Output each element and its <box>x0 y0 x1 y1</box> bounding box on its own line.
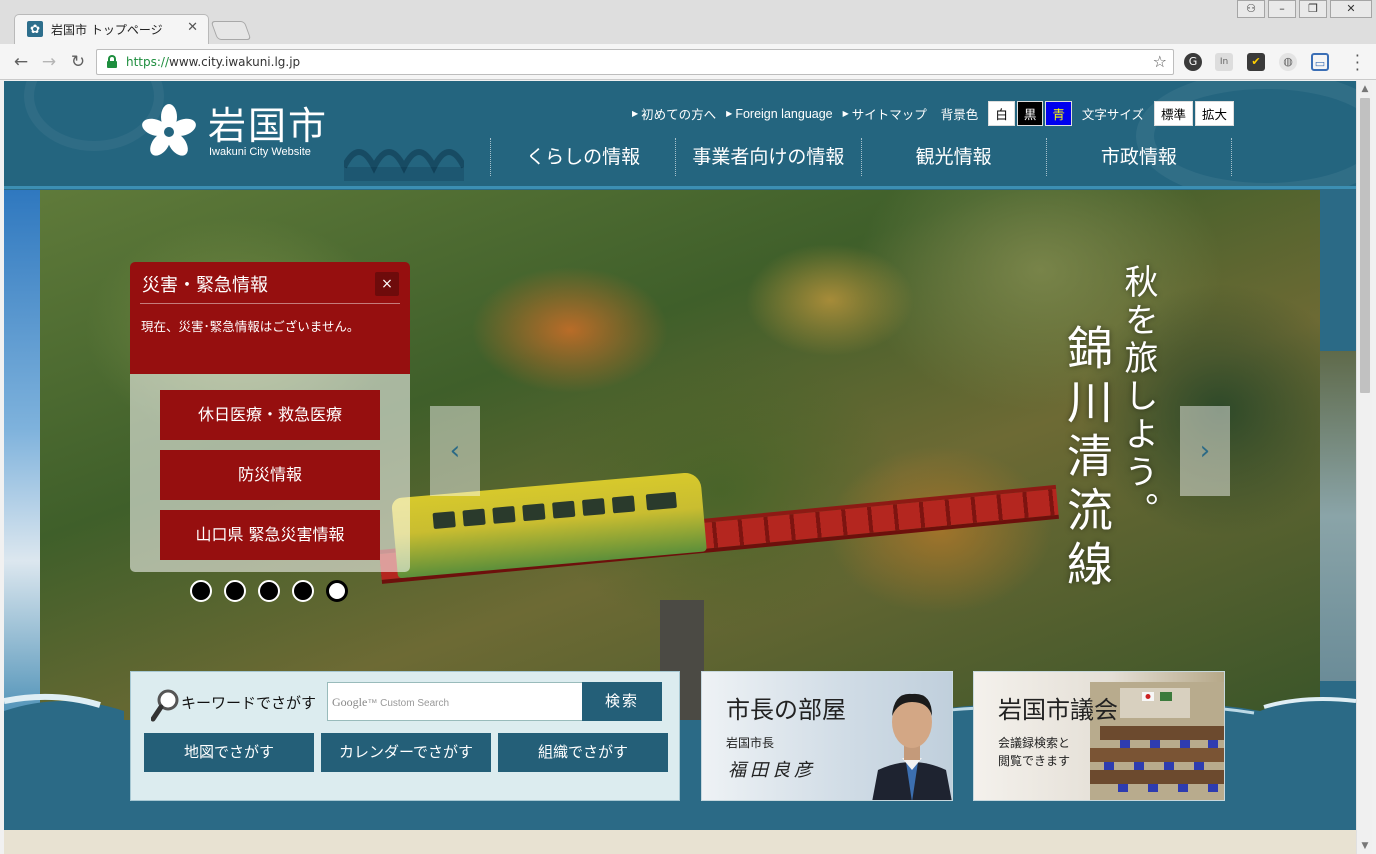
site-subtitle: Iwakuni City Website <box>209 146 311 158</box>
address-bar[interactable]: https://www.city.iwakuni.lg.jp ☆ <box>96 49 1174 75</box>
search-label: キーワードでさがす <box>181 694 317 712</box>
web-page: 岩国市 Iwakuni City Website ▶ 初めての方へ ▶ Foreig… <box>4 81 1356 854</box>
nav-tourism-info[interactable]: 観光情報 <box>862 138 1047 176</box>
magnifier-icon <box>151 689 179 722</box>
mayor-photo <box>872 693 952 800</box>
triangle-right-icon: ▶ <box>632 109 639 118</box>
font-size-large-button[interactable]: 拡大 <box>1195 101 1235 126</box>
next-slide-peek <box>1320 351 1356 681</box>
council-title: 岩国市議会 <box>998 696 1118 724</box>
nav-business-info[interactable]: 事業者向けの情報 <box>676 138 862 176</box>
emergency-message: 現在、災害･緊急情報はございません。 <box>141 319 360 334</box>
prev-slide-peek <box>4 190 40 720</box>
carousel-dot-2[interactable] <box>224 580 246 602</box>
grammarly-icon[interactable]: G <box>1184 53 1202 71</box>
bg-blue-button[interactable]: 青 <box>1045 101 1072 126</box>
browser-tab[interactable]: ✿ 岩国市 トップページ ✕ <box>14 14 209 44</box>
hero-headline: 錦川清流線 <box>1060 324 1114 594</box>
main-nav: くらしの情報 事業者向けの情報 観光情報 市政情報 <box>490 138 1232 176</box>
back-icon[interactable]: ← <box>10 51 32 73</box>
divider <box>140 303 400 304</box>
carousel-dot-4[interactable] <box>292 580 314 602</box>
scroll-thumb[interactable] <box>1360 98 1370 393</box>
foreign-language-link[interactable]: ▶ Foreign language <box>726 107 832 121</box>
bg-color-switcher: 白 黒 青 <box>988 101 1072 126</box>
bg-color-label: 背景色 <box>940 107 979 122</box>
emergency-title: 災害・緊急情報 <box>142 275 268 296</box>
nav-living-info[interactable]: くらしの情報 <box>491 138 677 176</box>
sitemap-link[interactable]: ▶ サイトマップ <box>843 104 927 123</box>
search-by-map-button[interactable]: 地図でさがす <box>144 733 314 772</box>
triangle-right-icon: ▶ <box>842 109 849 118</box>
keyword-search-panel: キーワードでさがす Google™ Custom Search 検索 地図でさが… <box>130 671 680 801</box>
browser-menu-icon[interactable]: · · · <box>1355 48 1360 78</box>
carousel-prev-button[interactable]: ‹ <box>430 406 480 496</box>
bookmark-star-icon[interactable]: ☆ <box>1153 52 1167 71</box>
ghostery-icon[interactable]: ◍ <box>1279 53 1297 71</box>
site-header: 岩国市 Iwakuni City Website ▶ 初めての方へ ▶ Foreig… <box>4 81 1356 189</box>
carousel-pagination <box>190 580 348 602</box>
bg-white-button[interactable]: 白 <box>988 101 1015 126</box>
city-council-card[interactable]: 岩国市議会 会議録検索と 閲覧できます <box>973 671 1225 801</box>
yamaguchi-emergency-button[interactable]: 山口県 緊急災害情報 <box>160 510 380 560</box>
nav-city-administration[interactable]: 市政情報 <box>1047 138 1232 176</box>
utility-nav: ▶ 初めての方へ ▶ Foreign language ▶ サイトマップ 背景色 白 … <box>632 101 1235 126</box>
window-controls: ⚇ – ❐ ✕ <box>1237 0 1372 18</box>
bg-black-button[interactable]: 黒 <box>1016 101 1044 126</box>
font-size-standard-button[interactable]: 標準 <box>1154 101 1194 126</box>
mayor-room-title: 市長の部屋 <box>726 696 846 724</box>
first-time-link[interactable]: ▶ 初めての方へ <box>632 104 716 123</box>
browser-toolbar: ← → ↻ https://www.city.iwakuni.lg.jp ☆ G… <box>0 44 1376 80</box>
reload-icon[interactable]: ↻ <box>67 51 89 73</box>
mayor-room-card[interactable]: 市長の部屋 岩国市長 福田良彦 <box>701 671 953 801</box>
user-icon[interactable]: ⚇ <box>1237 0 1265 18</box>
lock-icon <box>107 55 117 68</box>
scroll-down-icon[interactable]: ▼ <box>1357 838 1373 854</box>
font-size-switcher: 標準 拡大 <box>1154 101 1235 126</box>
footer-strip <box>4 830 1356 854</box>
in-icon[interactable]: In <box>1215 53 1233 71</box>
checklist-icon[interactable]: ✔ <box>1247 53 1265 71</box>
council-desc-line2: 閲覧できます <box>998 754 1071 768</box>
search-input[interactable]: Google™ Custom Search <box>327 682 583 721</box>
page-scrollbar[interactable]: ▲ ▼ <box>1356 81 1372 854</box>
disaster-prevention-button[interactable]: 防災情報 <box>160 450 380 500</box>
carousel-next-button[interactable]: › <box>1180 406 1230 496</box>
minimize-icon[interactable]: – <box>1268 0 1296 18</box>
carousel-dot-3[interactable] <box>258 580 280 602</box>
emergency-header: 災害・緊急情報 × 現在、災害･緊急情報はございません。 <box>130 262 410 374</box>
triangle-right-icon: ▶ <box>726 109 733 118</box>
url-text: https://www.city.iwakuni.lg.jp <box>126 55 301 69</box>
mayor-role: 岩国市長 <box>726 736 775 750</box>
site-title: 岩国市 <box>208 104 329 148</box>
header-underline <box>4 186 1356 189</box>
kintai-bridge-decoration <box>344 149 464 181</box>
new-tab-button[interactable] <box>210 21 252 40</box>
search-submit-button[interactable]: 検索 <box>582 682 662 721</box>
tab-title: 岩国市 トップページ <box>51 23 163 37</box>
font-size-label: 文字サイズ <box>1081 107 1144 122</box>
emergency-close-icon[interactable]: × <box>375 272 399 296</box>
site-favicon-icon: ✿ <box>27 21 43 37</box>
forward-icon[interactable]: → <box>38 51 60 73</box>
city-emblem-icon <box>142 104 196 156</box>
carousel-dot-5[interactable] <box>326 580 348 602</box>
holiday-medical-button[interactable]: 休日医療・救急医療 <box>160 390 380 440</box>
scroll-up-icon[interactable]: ▲ <box>1357 81 1373 97</box>
council-desc-line1: 会議録検索と <box>998 736 1071 750</box>
mayor-signature: 福田良彦 <box>728 760 816 781</box>
search-by-calendar-button[interactable]: カレンダーでさがす <box>321 733 491 772</box>
screenshot-icon[interactable]: ▭ <box>1311 53 1329 71</box>
close-icon[interactable]: ✕ <box>1330 0 1372 18</box>
search-by-organization-button[interactable]: 組織でさがす <box>498 733 668 772</box>
hero-caption: 秋を旅しよう。 <box>1118 264 1158 530</box>
tab-close-icon[interactable]: ✕ <box>187 20 198 35</box>
emergency-links: 休日医療・救急医療 防災情報 山口県 緊急災害情報 <box>130 374 410 572</box>
emergency-info-panel: 災害・緊急情報 × 現在、災害･緊急情報はございません。 休日医療・救急医療 防… <box>130 262 410 572</box>
browser-titlebar: ✿ 岩国市 トップページ ✕ ⚇ – ❐ ✕ <box>0 0 1376 44</box>
carousel-dot-1[interactable] <box>190 580 212 602</box>
restore-icon[interactable]: ❐ <box>1299 0 1327 18</box>
site-logo[interactable]: 岩国市 Iwakuni City Website <box>140 99 350 169</box>
